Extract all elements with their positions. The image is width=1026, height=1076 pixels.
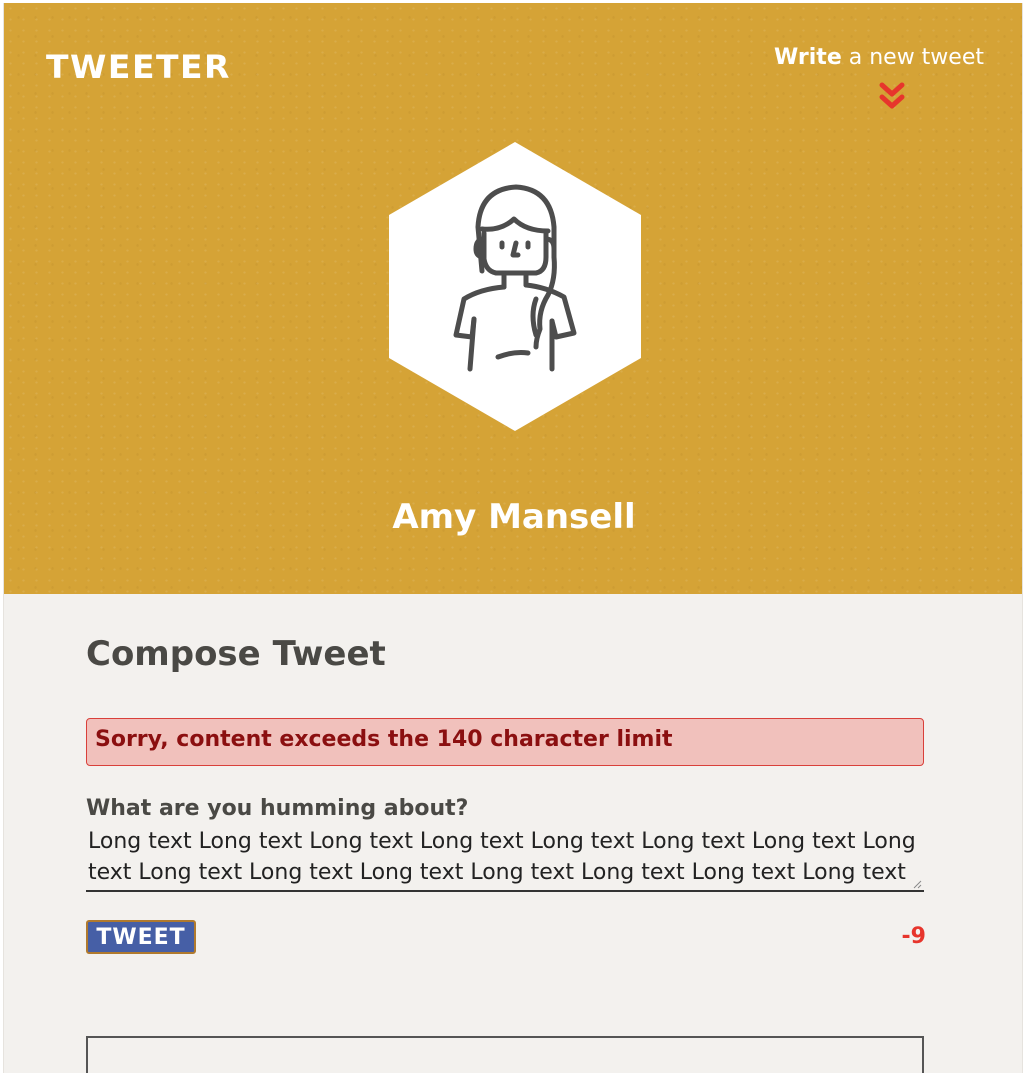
tweet-button[interactable]: TWEET (86, 920, 196, 954)
tweets-list (86, 1036, 924, 1073)
profile-name: Amy Mansell (392, 497, 636, 537)
resize-grip-icon[interactable] (912, 879, 922, 889)
character-counter: -9 (901, 924, 926, 949)
profile-header: TWEETER Write a new tweet Amy Mansell (4, 3, 1022, 594)
compose-title: Compose Tweet (86, 634, 386, 674)
write-link-rest: a new tweet (841, 45, 984, 70)
app-logo[interactable]: TWEETER (46, 47, 231, 85)
woman-avatar-icon (389, 142, 641, 431)
write-link-bold: Write (774, 45, 842, 70)
write-new-tweet-link[interactable]: Write a new tweet (774, 45, 984, 70)
double-chevron-down-icon[interactable] (878, 81, 906, 111)
tweet-field-label: What are you humming about? (86, 796, 469, 821)
error-message: Sorry, content exceeds the 140 character… (86, 718, 924, 766)
tweet-textarea[interactable]: Long text Long text Long text Long text … (86, 826, 924, 892)
page: TWEETER Write a new tweet Amy Mansell Co… (3, 3, 1023, 1073)
